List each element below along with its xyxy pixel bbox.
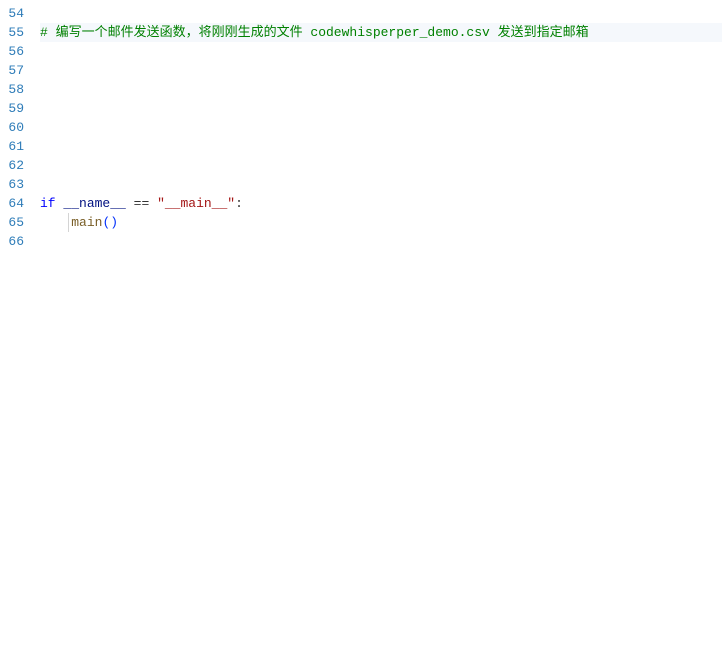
line-number: 55	[4, 23, 24, 42]
code-token: # 编写一个邮件发送函数，将刚刚生成的文件 codewhisperper_dem…	[40, 25, 589, 40]
code-line[interactable]: if __name__ == "__main__":	[40, 194, 722, 213]
code-line[interactable]	[40, 232, 722, 251]
code-editor[interactable]: 54555657585960616263646566 # 编写一个邮件发送函数，…	[0, 0, 722, 653]
code-line[interactable]	[40, 99, 722, 118]
line-number: 54	[4, 4, 24, 23]
code-line-content: main()	[40, 213, 118, 232]
code-token: ()	[102, 215, 118, 230]
line-number: 63	[4, 175, 24, 194]
line-number: 64	[4, 194, 24, 213]
code-line[interactable]	[40, 61, 722, 80]
code-token	[40, 215, 71, 230]
code-line[interactable]	[40, 80, 722, 99]
line-number: 59	[4, 99, 24, 118]
code-line-content: if __name__ == "__main__":	[40, 194, 243, 213]
line-number: 65	[4, 213, 24, 232]
code-line[interactable]	[40, 137, 722, 156]
line-number-gutter: 54555657585960616263646566	[0, 0, 32, 653]
code-line[interactable]	[40, 4, 722, 23]
code-token	[126, 196, 134, 211]
code-token: "__main__"	[157, 196, 235, 211]
code-line[interactable]	[40, 118, 722, 137]
code-token	[149, 196, 157, 211]
line-number: 58	[4, 80, 24, 99]
code-token: __name__	[63, 196, 125, 211]
line-number: 57	[4, 61, 24, 80]
code-content-area[interactable]: # 编写一个邮件发送函数，将刚刚生成的文件 codewhisperper_dem…	[32, 0, 722, 653]
line-number: 56	[4, 42, 24, 61]
code-token: main	[71, 215, 102, 230]
line-number: 60	[4, 118, 24, 137]
code-line[interactable]	[40, 156, 722, 175]
code-line[interactable]	[40, 42, 722, 61]
code-token: ==	[134, 196, 150, 211]
code-line-content: # 编写一个邮件发送函数，将刚刚生成的文件 codewhisperper_dem…	[40, 23, 589, 42]
code-line[interactable]: main()	[40, 213, 722, 232]
code-line[interactable]	[40, 175, 722, 194]
code-token: if	[40, 196, 56, 211]
indent-guide	[68, 213, 69, 232]
line-number: 62	[4, 156, 24, 175]
code-line[interactable]: # 编写一个邮件发送函数，将刚刚生成的文件 codewhisperper_dem…	[40, 23, 722, 42]
line-number: 61	[4, 137, 24, 156]
line-number: 66	[4, 232, 24, 251]
code-token: :	[235, 196, 243, 211]
